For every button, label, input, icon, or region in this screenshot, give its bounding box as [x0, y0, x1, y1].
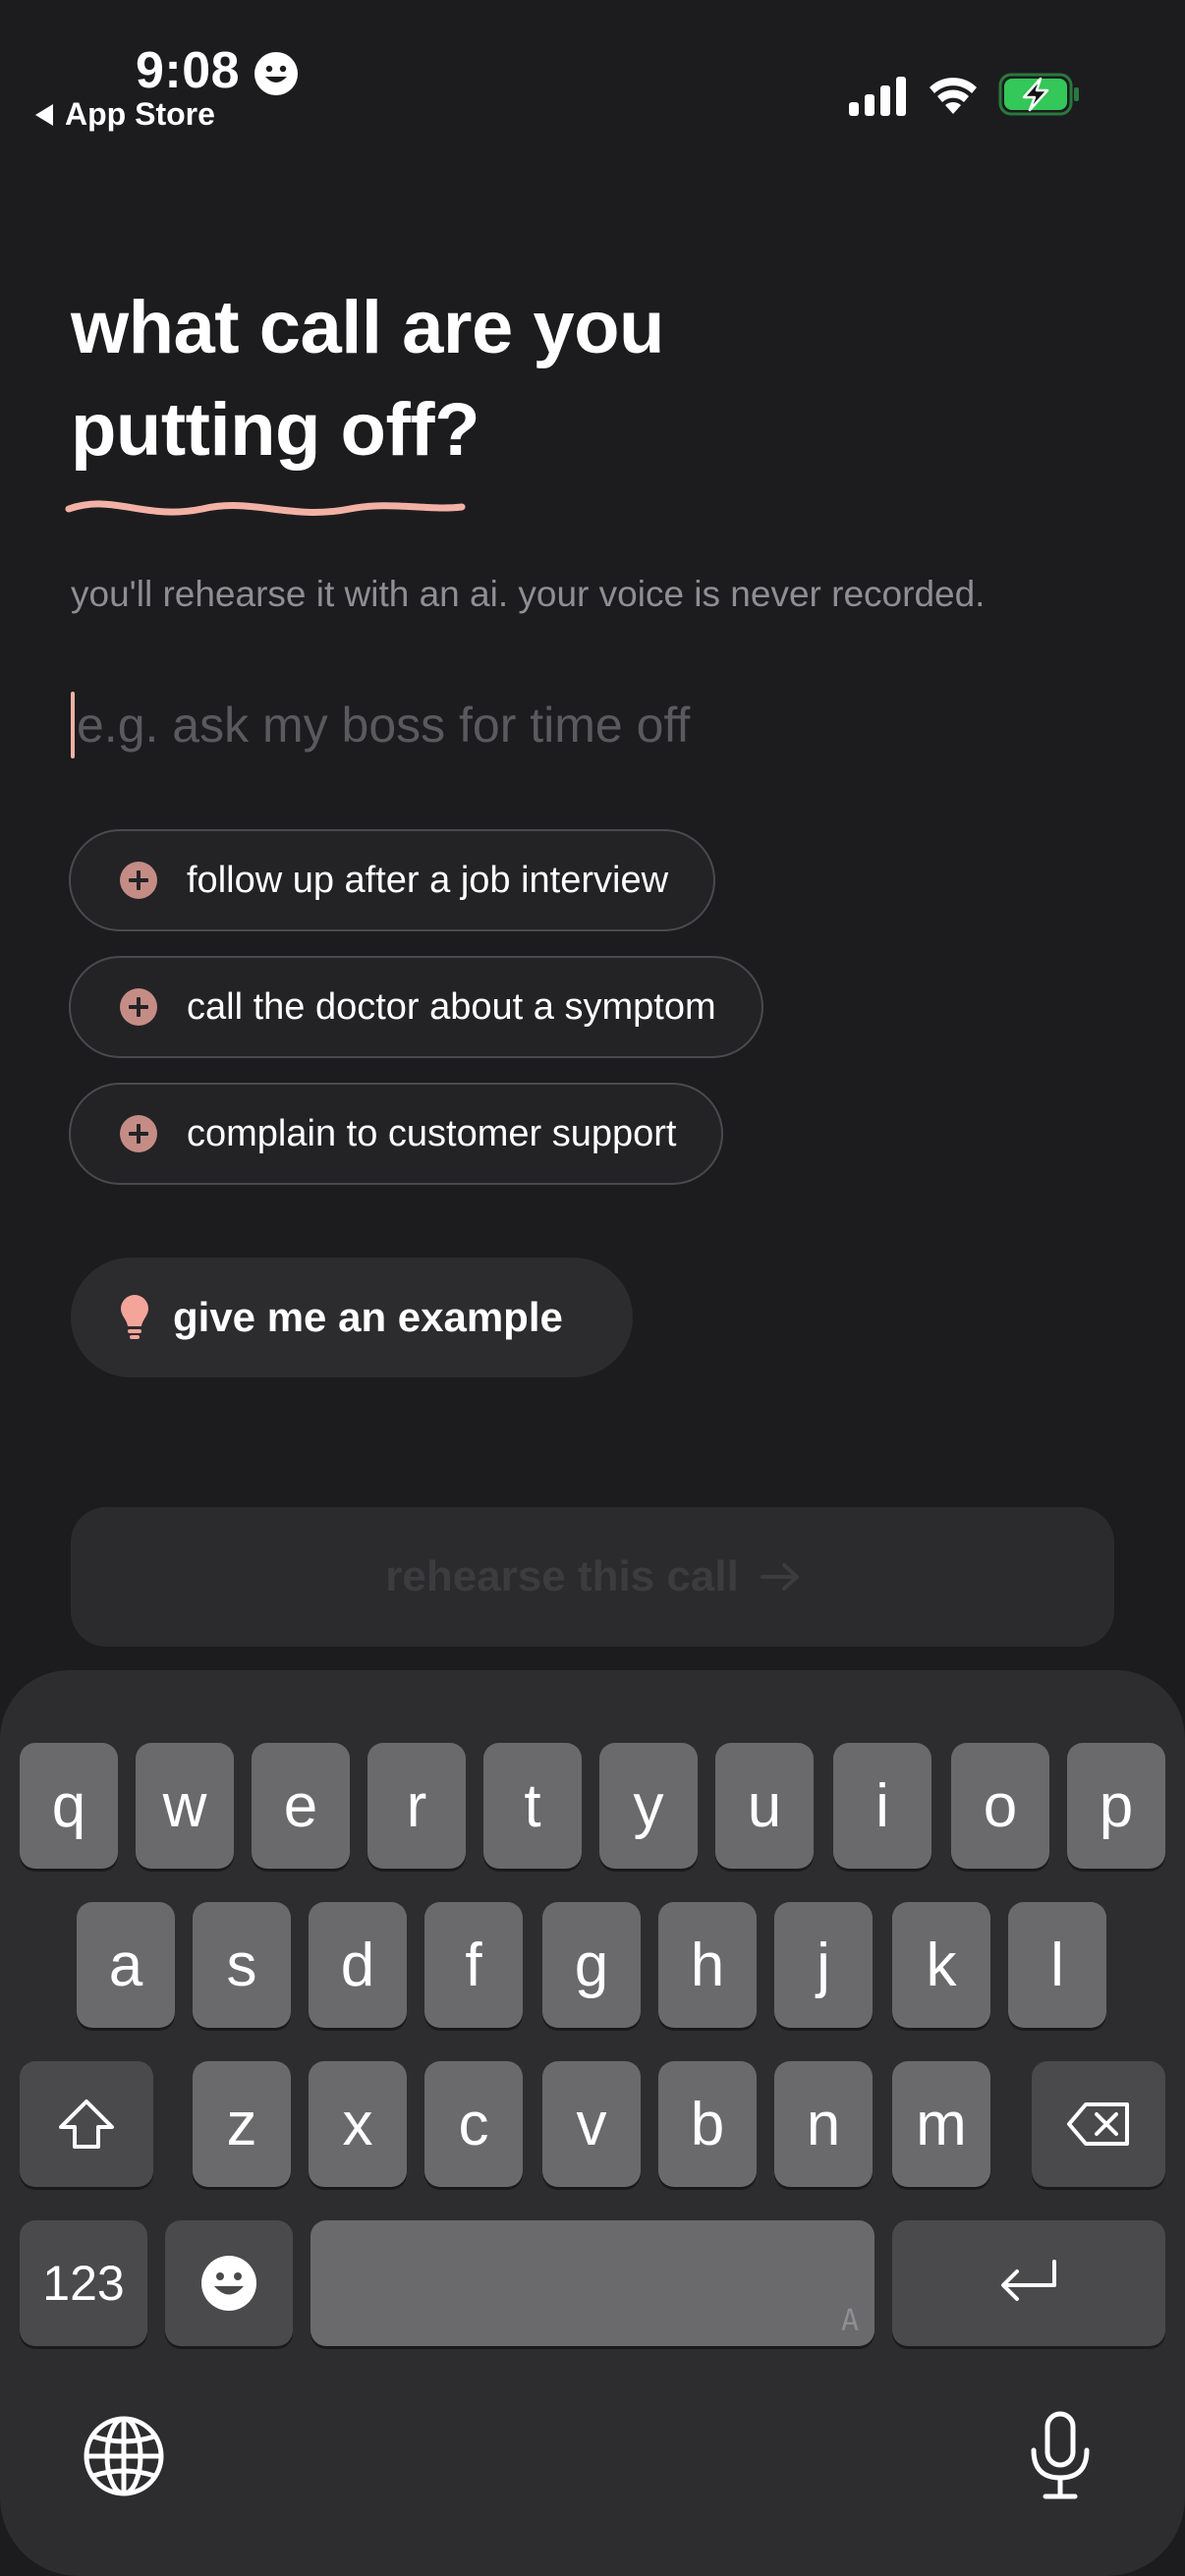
- squiggle-underline: [65, 500, 466, 516]
- give-example-label: give me an example: [173, 1294, 563, 1340]
- plus-circle-icon: [120, 862, 157, 899]
- key-l[interactable]: l: [1008, 1902, 1106, 2028]
- emoji-key[interactable]: [165, 2220, 293, 2346]
- space-hint: A: [840, 2304, 859, 2338]
- suggestion-chip[interactable]: call the doctor about a symptom: [69, 956, 763, 1058]
- key-a[interactable]: a: [77, 1902, 175, 2028]
- key-v[interactable]: v: [542, 2061, 641, 2187]
- key-j[interactable]: j: [774, 1902, 873, 2028]
- suggestion-label: call the doctor about a symptom: [187, 985, 716, 1028]
- key-h[interactable]: h: [658, 1902, 757, 2028]
- title-line-1: what call are you: [71, 286, 664, 369]
- rehearse-label: rehearse this call: [385, 1552, 739, 1600]
- plus-circle-icon: [120, 1115, 157, 1152]
- shift-key[interactable]: [20, 2061, 153, 2187]
- key-k[interactable]: k: [892, 1902, 990, 2028]
- title-line-2: putting off?: [71, 388, 480, 472]
- status-time: 9:08: [136, 42, 241, 99]
- numbers-key[interactable]: 123: [20, 2220, 147, 2346]
- subtitle: you'll rehearse it with an ai. your voic…: [71, 574, 986, 614]
- key-m[interactable]: m: [892, 2061, 990, 2187]
- key-z[interactable]: z: [193, 2061, 291, 2187]
- key-d[interactable]: d: [309, 1902, 407, 2028]
- key-g[interactable]: g: [542, 1902, 641, 2028]
- lightbulb-icon: [121, 1295, 148, 1339]
- suggestion-chip[interactable]: complain to customer support: [69, 1083, 724, 1185]
- key-e[interactable]: e: [252, 1743, 350, 1869]
- rehearse-call-button[interactable]: rehearse this call: [71, 1507, 1114, 1647]
- page-title: what call are you putting off?: [71, 277, 955, 481]
- key-p[interactable]: p: [1067, 1743, 1165, 1869]
- back-arrow-icon: [35, 103, 53, 126]
- key-w[interactable]: w: [136, 1743, 234, 1869]
- suggestion-label: follow up after a job interview: [187, 859, 669, 901]
- emoji-icon: [201, 2256, 256, 2311]
- delete-key[interactable]: [1032, 2061, 1165, 2187]
- key-q[interactable]: q: [20, 1743, 118, 1869]
- back-label: App Store: [65, 96, 215, 132]
- key-f[interactable]: f: [424, 1902, 523, 2028]
- key-i[interactable]: i: [833, 1743, 931, 1869]
- give-example-button[interactable]: give me an example: [71, 1258, 633, 1377]
- globe-icon[interactable]: [83, 2415, 165, 2497]
- wifi-icon: [930, 78, 977, 114]
- shift-icon: [59, 2100, 114, 2149]
- key-b[interactable]: b: [658, 2061, 757, 2187]
- smiley-icon: [254, 52, 298, 95]
- key-r[interactable]: r: [367, 1743, 466, 1869]
- cellular-signal-icon: [849, 77, 906, 116]
- delete-icon: [1067, 2102, 1129, 2146]
- key-t[interactable]: t: [483, 1743, 582, 1869]
- key-x[interactable]: x: [309, 2061, 407, 2187]
- plus-circle-icon: [120, 988, 157, 1026]
- return-icon: [1001, 2260, 1056, 2301]
- key-n[interactable]: n: [774, 2061, 873, 2187]
- suggestion-label: complain to customer support: [187, 1112, 677, 1154]
- key-c[interactable]: c: [424, 2061, 523, 2187]
- back-to-app-store[interactable]: App Store: [35, 96, 215, 133]
- arrow-right-icon: [760, 1563, 799, 1591]
- space-key[interactable]: A: [310, 2220, 875, 2346]
- return-key[interactable]: [892, 2220, 1165, 2346]
- key-u[interactable]: u: [715, 1743, 814, 1869]
- key-y[interactable]: y: [599, 1743, 698, 1869]
- suggestion-chip[interactable]: follow up after a job interview: [69, 829, 716, 931]
- text-cursor: [71, 692, 75, 758]
- key-s[interactable]: s: [193, 1902, 291, 2028]
- battery-charging-icon: [998, 73, 1079, 116]
- call-description-input[interactable]: [71, 688, 1118, 762]
- microphone-icon[interactable]: [1026, 2411, 1095, 2501]
- key-o[interactable]: o: [951, 1743, 1049, 1869]
